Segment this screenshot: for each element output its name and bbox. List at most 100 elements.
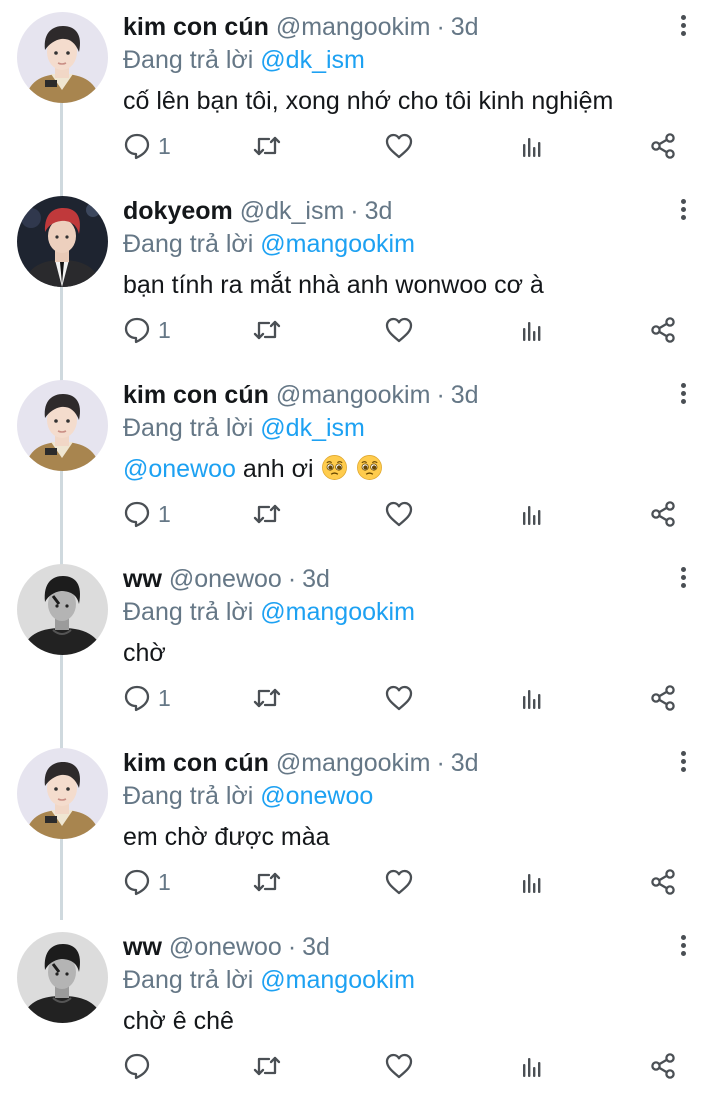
tweet-header: kim con cún @mangookim · 3d xyxy=(123,746,479,780)
share-button[interactable] xyxy=(648,680,678,716)
retweet-button[interactable] xyxy=(252,496,282,532)
analytics-button[interactable] xyxy=(517,128,547,164)
share-icon xyxy=(648,867,678,897)
avatar[interactable] xyxy=(17,932,108,1023)
reply-count: 1 xyxy=(158,133,171,159)
timestamp[interactable]: 3d xyxy=(451,749,479,777)
more-options-button[interactable] xyxy=(672,12,694,44)
tweet-text: chờ xyxy=(123,636,166,670)
retweet-button[interactable] xyxy=(252,864,282,900)
share-icon xyxy=(648,131,678,161)
share-button[interactable] xyxy=(648,1048,678,1084)
like-button[interactable] xyxy=(384,496,414,532)
avatar[interactable] xyxy=(17,196,108,287)
replying-prefix: Đang trả lời xyxy=(123,782,254,810)
heart-icon xyxy=(384,1051,414,1081)
heart-icon xyxy=(384,131,414,161)
more-options-button[interactable] xyxy=(672,748,694,780)
tweet-actions: 1 xyxy=(0,312,720,348)
more-options-button[interactable] xyxy=(672,564,694,596)
avatar[interactable] xyxy=(17,380,108,471)
timestamp[interactable]: 3d xyxy=(302,565,330,593)
share-icon xyxy=(648,315,678,345)
retweet-icon xyxy=(252,683,282,713)
retweet-button[interactable] xyxy=(252,1048,282,1084)
replying-to: Đang trả lời @onewoo xyxy=(123,779,373,813)
analytics-button[interactable] xyxy=(517,864,547,900)
timestamp[interactable]: 3d xyxy=(365,197,393,225)
timestamp[interactable]: 3d xyxy=(451,13,479,41)
tweet[interactable]: kim con cún @mangookim · 3d Đang trả lời @… xyxy=(0,736,720,920)
user-handle[interactable]: @onewoo xyxy=(169,933,282,961)
timestamp[interactable]: 3d xyxy=(451,381,479,409)
share-button[interactable] xyxy=(648,128,678,164)
retweet-button[interactable] xyxy=(252,680,282,716)
tweet[interactable]: kim con cún @mangookim · 3d Đang trả lời @… xyxy=(0,368,720,552)
share-button[interactable] xyxy=(648,864,678,900)
tweet-text: em chờ được màa xyxy=(123,820,330,854)
replying-to-mention-link[interactable]: @dk_ism xyxy=(260,46,365,74)
replying-prefix: Đang trả lời xyxy=(123,414,254,442)
reply-count: 1 xyxy=(158,685,171,711)
replying-prefix: Đang trả lời xyxy=(123,598,254,626)
like-button[interactable] xyxy=(384,128,414,164)
user-handle[interactable]: @dk_ism xyxy=(240,197,345,225)
reply-button[interactable]: 1 xyxy=(122,128,171,164)
timestamp[interactable]: 3d xyxy=(302,933,330,961)
display-name[interactable]: kim con cún xyxy=(123,381,269,409)
more-options-button[interactable] xyxy=(672,196,694,228)
more-options-button[interactable] xyxy=(672,380,694,412)
replying-to-mention-link[interactable]: @dk_ism xyxy=(260,414,365,442)
replying-to-mention-link[interactable]: @mangookim xyxy=(260,966,415,994)
avatar[interactable] xyxy=(17,12,108,103)
display-name[interactable]: kim con cún xyxy=(123,749,269,777)
replying-to: Đang trả lời @dk_ism xyxy=(123,411,365,445)
like-button[interactable] xyxy=(384,1048,414,1084)
bar-chart-icon xyxy=(517,1051,547,1081)
more-options-button[interactable] xyxy=(672,932,694,964)
replying-to-mention-link[interactable]: @mangookim xyxy=(260,598,415,626)
reply-button[interactable]: 1 xyxy=(122,312,171,348)
display-name[interactable]: ww xyxy=(123,565,162,593)
tweet[interactable]: ww @onewoo · 3d Đang trả lời @mangookim ch… xyxy=(0,920,720,1095)
retweet-button[interactable] xyxy=(252,312,282,348)
replying-to: Đang trả lời @dk_ism xyxy=(123,43,365,77)
user-handle[interactable]: @onewoo xyxy=(169,565,282,593)
reply-button[interactable]: 1 xyxy=(122,680,171,716)
replying-to-mention-link[interactable]: @mangookim xyxy=(260,230,415,258)
tweet-actions xyxy=(0,1048,720,1084)
reply-count: 1 xyxy=(158,501,171,527)
retweet-button[interactable] xyxy=(252,128,282,164)
avatar[interactable] xyxy=(17,748,108,839)
tweet[interactable]: kim con cún @mangookim · 3d Đang trả lời @… xyxy=(0,0,720,184)
like-button[interactable] xyxy=(384,680,414,716)
reply-button[interactable] xyxy=(122,1048,158,1084)
retweet-icon xyxy=(252,499,282,529)
analytics-button[interactable] xyxy=(517,1048,547,1084)
reply-button[interactable]: 1 xyxy=(122,864,171,900)
reply-button[interactable]: 1 xyxy=(122,496,171,532)
like-button[interactable] xyxy=(384,864,414,900)
avatar[interactable] xyxy=(17,564,108,655)
replying-to-mention-link[interactable]: @onewoo xyxy=(260,782,373,810)
user-handle[interactable]: @mangookim xyxy=(276,13,431,41)
display-name[interactable]: kim con cún xyxy=(123,13,269,41)
body-mention-link[interactable]: @onewoo xyxy=(123,455,236,483)
analytics-button[interactable] xyxy=(517,680,547,716)
tweet[interactable]: ww @onewoo · 3d Đang trả lời @mangookim ch… xyxy=(0,552,720,736)
analytics-button[interactable] xyxy=(517,312,547,348)
tweet-header: dokyeom @dk_ism · 3d xyxy=(123,194,392,228)
user-handle[interactable]: @mangookim xyxy=(276,381,431,409)
share-icon xyxy=(648,683,678,713)
reply-bubble-icon xyxy=(122,683,152,713)
share-button[interactable] xyxy=(648,496,678,532)
replying-prefix: Đang trả lời xyxy=(123,966,254,994)
like-button[interactable] xyxy=(384,312,414,348)
display-name[interactable]: dokyeom xyxy=(123,197,233,225)
reply-bubble-icon xyxy=(122,867,152,897)
user-handle[interactable]: @mangookim xyxy=(276,749,431,777)
display-name[interactable]: ww xyxy=(123,933,162,961)
share-button[interactable] xyxy=(648,312,678,348)
analytics-button[interactable] xyxy=(517,496,547,532)
tweet[interactable]: dokyeom @dk_ism · 3d Đang trả lời @mangook… xyxy=(0,184,720,368)
